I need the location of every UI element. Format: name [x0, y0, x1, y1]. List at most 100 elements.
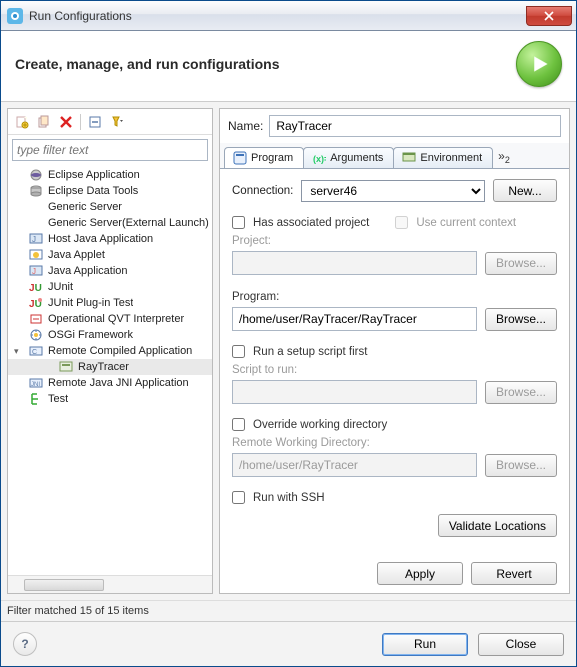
tab-program-label: Program [251, 152, 293, 164]
svg-text:(x)=: (x)= [313, 154, 326, 164]
script-to-run-label: Script to run: [232, 364, 557, 376]
run-button[interactable]: Run [382, 633, 468, 656]
blank-icon [28, 215, 44, 231]
name-label: Name: [228, 119, 263, 133]
blank-icon [28, 199, 44, 215]
project-input [232, 251, 477, 275]
tab-environment-label: Environment [420, 152, 482, 164]
tree-item[interactable]: ▾Generic Server(External Launch) [8, 215, 212, 231]
tree-item[interactable]: ▾JUJUnit Plug-in Test [8, 295, 212, 311]
apply-button[interactable]: Apply [377, 562, 463, 585]
delete-config-icon[interactable] [56, 112, 76, 132]
expander-icon[interactable]: ▾ [14, 346, 24, 357]
override-wd-checkbox[interactable] [232, 418, 245, 431]
window-title: Run Configurations [29, 9, 524, 23]
tree-item[interactable]: ▾Eclipse Data Tools [8, 183, 212, 199]
tree-item-label: Test [48, 393, 68, 405]
osgi-icon [28, 327, 44, 343]
tree-item[interactable]: ▾Operational QVT Interpreter [8, 311, 212, 327]
new-connection-button[interactable]: New... [493, 179, 557, 202]
validate-locations-button[interactable]: Validate Locations [438, 514, 557, 537]
new-config-icon[interactable] [12, 112, 32, 132]
script-input [232, 380, 477, 404]
tree-item[interactable]: ▾Generic Server [8, 199, 212, 215]
connection-label: Connection: [232, 185, 293, 197]
window-close-button[interactable] [526, 6, 572, 26]
filter-menu-icon[interactable] [107, 112, 127, 132]
help-button[interactable]: ? [13, 632, 37, 656]
tree-item[interactable]: ▾JNIRemote Java JNI Application [8, 375, 212, 391]
tree-h-scrollbar[interactable] [8, 575, 212, 593]
revert-button[interactable]: Revert [471, 562, 557, 585]
connection-select[interactable]: server46 [301, 180, 485, 202]
raytracer-icon [58, 359, 74, 375]
remote-wd-label: Remote Working Directory: [232, 437, 557, 449]
tree-item[interactable]: ▾JJava Application [8, 263, 212, 279]
tree-item-label: Remote Compiled Application [48, 345, 192, 357]
tab-arguments[interactable]: (x)= Arguments [303, 147, 394, 168]
run-with-ssh-label: Run with SSH [253, 492, 325, 504]
tab-strip: Program (x)= Arguments Environment »2 [220, 143, 569, 169]
config-detail-pane: Name: Program (x)= Arguments Environment… [219, 108, 570, 594]
override-wd-label: Override working directory [253, 419, 387, 431]
close-button[interactable]: Close [478, 633, 564, 656]
program-browse-button[interactable]: Browse... [485, 308, 557, 331]
collapse-all-icon[interactable] [85, 112, 105, 132]
tab-environment[interactable]: Environment [393, 147, 493, 168]
run-setup-script-label: Run a setup script first [253, 346, 367, 358]
tree-item[interactable]: ▾Test [8, 391, 212, 407]
applet-icon [28, 247, 44, 263]
tab-program[interactable]: Program [224, 147, 304, 168]
test-icon [28, 391, 44, 407]
svg-text:C: C [32, 349, 37, 356]
use-current-context-checkbox [395, 216, 408, 229]
java-host-icon: J [28, 231, 44, 247]
tree-item-label: OSGi Framework [48, 329, 133, 341]
duplicate-config-icon[interactable] [34, 112, 54, 132]
config-toolbar [8, 109, 212, 135]
config-tree[interactable]: ▾Eclipse Application▾Eclipse Data Tools▾… [8, 165, 212, 575]
junit-p-icon: JU [28, 295, 44, 311]
program-input[interactable] [232, 307, 477, 331]
tree-item-label: Eclipse Data Tools [48, 185, 138, 197]
arguments-tab-icon: (x)= [312, 151, 326, 165]
tree-item[interactable]: ▾JHost Java Application [8, 231, 212, 247]
program-tab-form: Connection: server46 New... Has associat… [220, 169, 569, 593]
tree-item[interactable]: ▾OSGi Framework [8, 327, 212, 343]
run-with-ssh-checkbox[interactable] [232, 491, 245, 504]
tree-item[interactable]: ▾Eclipse Application [8, 167, 212, 183]
tree-item[interactable]: ▾JUJUnit [8, 279, 212, 295]
name-row: Name: [220, 109, 569, 143]
db-icon [28, 183, 44, 199]
junit-icon: JU [28, 279, 44, 295]
filter-box [12, 139, 208, 161]
tree-item-label: Generic Server [48, 201, 122, 213]
configurations-pane: ▾Eclipse Application▾Eclipse Data Tools▾… [7, 108, 213, 594]
run-hero-icon [516, 41, 562, 87]
titlebar: Run Configurations [1, 1, 576, 31]
tree-item-label: Java Application [48, 265, 128, 277]
program-label: Program: [232, 291, 557, 303]
project-browse-button: Browse... [485, 252, 557, 275]
tab-overflow[interactable]: »2 [492, 146, 516, 168]
name-input[interactable] [269, 115, 561, 137]
java-icon: J [28, 263, 44, 279]
project-label: Project: [232, 235, 557, 247]
program-tab-icon [233, 151, 247, 165]
run-setup-script-checkbox[interactable] [232, 345, 245, 358]
svg-text:JNI: JNI [31, 382, 40, 388]
tab-arguments-label: Arguments [330, 152, 383, 164]
filter-input[interactable] [12, 139, 208, 161]
remote-wd-browse-button: Browse... [485, 454, 557, 477]
dialog-footer: ? Run Close [1, 621, 576, 666]
has-associated-project-checkbox[interactable] [232, 216, 245, 229]
tree-item[interactable]: ▾ C Remote Compiled Application [8, 343, 212, 359]
tree-item-label: Java Applet [48, 249, 105, 261]
qvt-icon [28, 311, 44, 327]
tree-item-label: RayTracer [78, 361, 129, 373]
tree-item-label: Eclipse Application [48, 169, 140, 181]
script-browse-button: Browse... [485, 381, 557, 404]
tree-item[interactable]: ▾Java Applet [8, 247, 212, 263]
environment-tab-icon [402, 151, 416, 165]
tree-item[interactable]: ▾RayTracer [8, 359, 212, 375]
